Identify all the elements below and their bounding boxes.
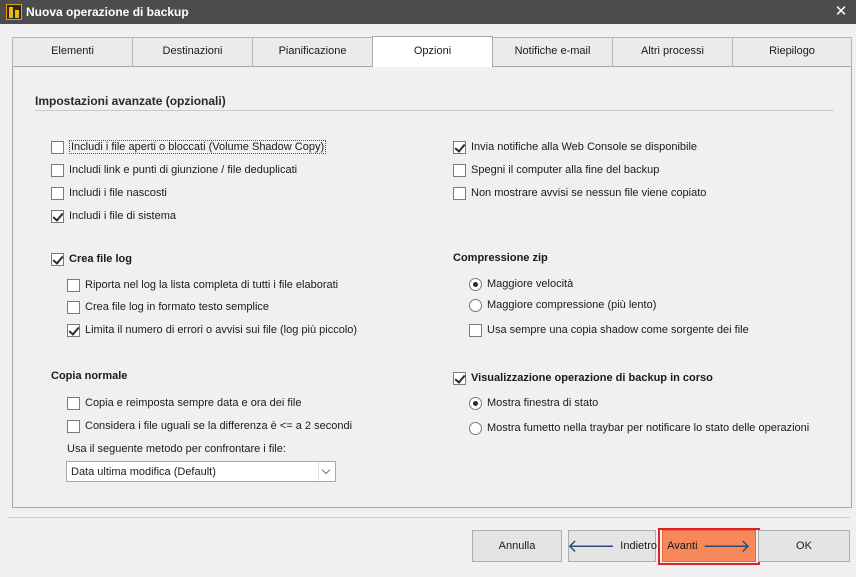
checkbox[interactable] xyxy=(453,163,466,177)
tab-opzioni[interactable]: Opzioni xyxy=(372,36,493,67)
option-show-progress[interactable]: Visualizzazione operazione di backup in … xyxy=(453,370,713,386)
next-button[interactable]: Avanti 🡒 xyxy=(662,530,756,562)
radio-button[interactable] xyxy=(469,298,482,312)
radio-max-speed[interactable]: Maggiore velocità xyxy=(469,276,573,292)
checkbox[interactable] xyxy=(51,140,64,154)
tab-pianificazione[interactable]: Pianificazione xyxy=(252,37,373,66)
tab-destinazioni[interactable]: Destinazioni xyxy=(132,37,253,66)
footer-divider xyxy=(8,517,850,518)
option-two-second-diff[interactable]: Considera i file uguali se la differenza… xyxy=(67,418,352,434)
option-system-files[interactable]: Includi i file di sistema xyxy=(51,208,176,224)
ok-button-label: OK xyxy=(796,540,812,552)
option-label: Usa sempre una copia shadow come sorgent… xyxy=(487,324,749,336)
option-shutdown[interactable]: Spegni il computer alla fine del backup xyxy=(453,162,659,178)
chevron-down-icon[interactable] xyxy=(318,462,335,481)
option-log-full-list[interactable]: Riporta nel log la lista completa di tut… xyxy=(67,277,338,293)
next-button-label: Avanti xyxy=(667,540,698,552)
option-hidden-files[interactable]: Includi i file nascosti xyxy=(51,185,167,201)
tab-bar: Elementi Destinazioni Pianificazione Opz… xyxy=(12,36,852,67)
option-label: Includi i file aperti o bloccati (Volume… xyxy=(69,140,327,154)
option-label: Mostra finestra di stato xyxy=(487,397,599,409)
checkbox[interactable] xyxy=(51,252,64,266)
checkbox[interactable] xyxy=(51,209,64,223)
checkbox[interactable] xyxy=(453,371,466,385)
tab-altri-processi[interactable]: Altri processi xyxy=(612,37,733,66)
option-log-limit-errors[interactable]: Limita il numero di errori o avvisi sui … xyxy=(67,322,357,338)
option-label: Crea file log in formato testo semplice xyxy=(85,301,270,313)
tab-riepilogo[interactable]: Riepilogo xyxy=(732,37,852,66)
radio-max-compression[interactable]: Maggiore compressione (più lento) xyxy=(469,297,656,313)
checkbox[interactable] xyxy=(453,140,466,154)
option-label: Mostra fumetto nella traybar per notific… xyxy=(487,422,810,434)
compare-method-value: Data ultima modifica (Default) xyxy=(71,466,216,478)
cancel-button[interactable]: Annulla xyxy=(472,530,562,562)
tab-notifiche-email[interactable]: Notifiche e-mail xyxy=(492,37,613,66)
option-log-plain-text[interactable]: Crea file log in formato testo semplice xyxy=(67,299,269,315)
option-no-warnings[interactable]: Non mostrare avvisi se nessun file viene… xyxy=(453,185,706,201)
option-label: Non mostrare avvisi se nessun file viene… xyxy=(471,187,707,199)
option-label: Spegni il computer alla fine del backup xyxy=(471,164,660,176)
window-title: Nuova operazione di backup xyxy=(26,5,189,19)
zip-compression-heading: Compressione zip xyxy=(453,252,548,264)
option-label: Riporta nel log la lista completa di tut… xyxy=(85,279,339,291)
compare-method-dropdown[interactable]: Data ultima modifica (Default) xyxy=(66,461,336,482)
option-open-files[interactable]: Includi i file aperti o bloccati (Volume… xyxy=(51,139,327,155)
option-label: Crea file log xyxy=(69,253,132,265)
checkbox[interactable] xyxy=(67,278,80,292)
checkbox[interactable] xyxy=(469,323,482,337)
arrow-left-icon: 🡐 xyxy=(567,536,616,556)
ok-button[interactable]: OK xyxy=(758,530,850,562)
radio-button[interactable] xyxy=(469,277,482,291)
close-icon[interactable]: ✕ xyxy=(826,0,856,24)
radio-show-status-window[interactable]: Mostra finestra di stato xyxy=(469,395,598,411)
option-reset-date-time[interactable]: Copia e reimposta sempre data e ora dei … xyxy=(67,395,301,411)
option-links-junctions[interactable]: Includi link e punti di giunzione / file… xyxy=(51,162,297,178)
option-label: Includi i file nascosti xyxy=(69,187,167,199)
option-label: Visualizzazione operazione di backup in … xyxy=(471,372,713,384)
options-panel: Impostazioni avanzate (opzionali) Includ… xyxy=(12,66,852,508)
arrow-right-icon: 🡒 xyxy=(702,536,751,556)
option-web-console-notify[interactable]: Invia notifiche alla Web Console se disp… xyxy=(453,139,697,155)
option-label: Limita il numero di errori o avvisi sui … xyxy=(85,324,358,336)
radio-button[interactable] xyxy=(469,396,482,410)
checkbox[interactable] xyxy=(67,323,80,337)
option-shadow-copy-source[interactable]: Usa sempre una copia shadow come sorgent… xyxy=(469,322,749,338)
option-label: Considera i file uguali se la differenza… xyxy=(85,420,353,432)
checkbox[interactable] xyxy=(51,186,64,200)
option-label: Invia notifiche alla Web Console se disp… xyxy=(471,141,698,153)
tab-elementi[interactable]: Elementi xyxy=(12,37,133,66)
option-label: Maggiore velocità xyxy=(487,278,574,290)
advanced-settings-title: Impostazioni avanzate (opzionali) xyxy=(35,94,226,108)
checkbox[interactable] xyxy=(51,163,64,177)
option-label: Copia e reimposta sempre data e ora dei … xyxy=(85,397,302,409)
radio-show-tray-balloon[interactable]: Mostra fumetto nella traybar per notific… xyxy=(469,420,809,436)
checkbox[interactable] xyxy=(67,419,80,433)
checkbox[interactable] xyxy=(67,300,80,314)
checkbox[interactable] xyxy=(453,186,466,200)
radio-button[interactable] xyxy=(469,421,482,435)
section-divider xyxy=(35,110,834,111)
title-bar: Nuova operazione di backup ✕ xyxy=(0,0,856,24)
option-label: Includi link e punti di giunzione / file… xyxy=(69,164,298,176)
normal-copy-heading: Copia normale xyxy=(51,370,128,382)
cancel-button-label: Annulla xyxy=(498,540,536,552)
back-button-label: Indietro xyxy=(620,540,657,552)
option-label: Includi i file di sistema xyxy=(69,210,176,222)
option-label: Maggiore compressione (più lento) xyxy=(487,299,657,311)
option-create-log[interactable]: Crea file log xyxy=(51,251,132,267)
back-button[interactable]: 🡐 Indietro xyxy=(567,530,657,562)
checkbox[interactable] xyxy=(67,396,80,410)
backup-app-icon xyxy=(6,4,22,20)
compare-method-label: Usa il seguente metodo per confrontare i… xyxy=(67,443,286,455)
